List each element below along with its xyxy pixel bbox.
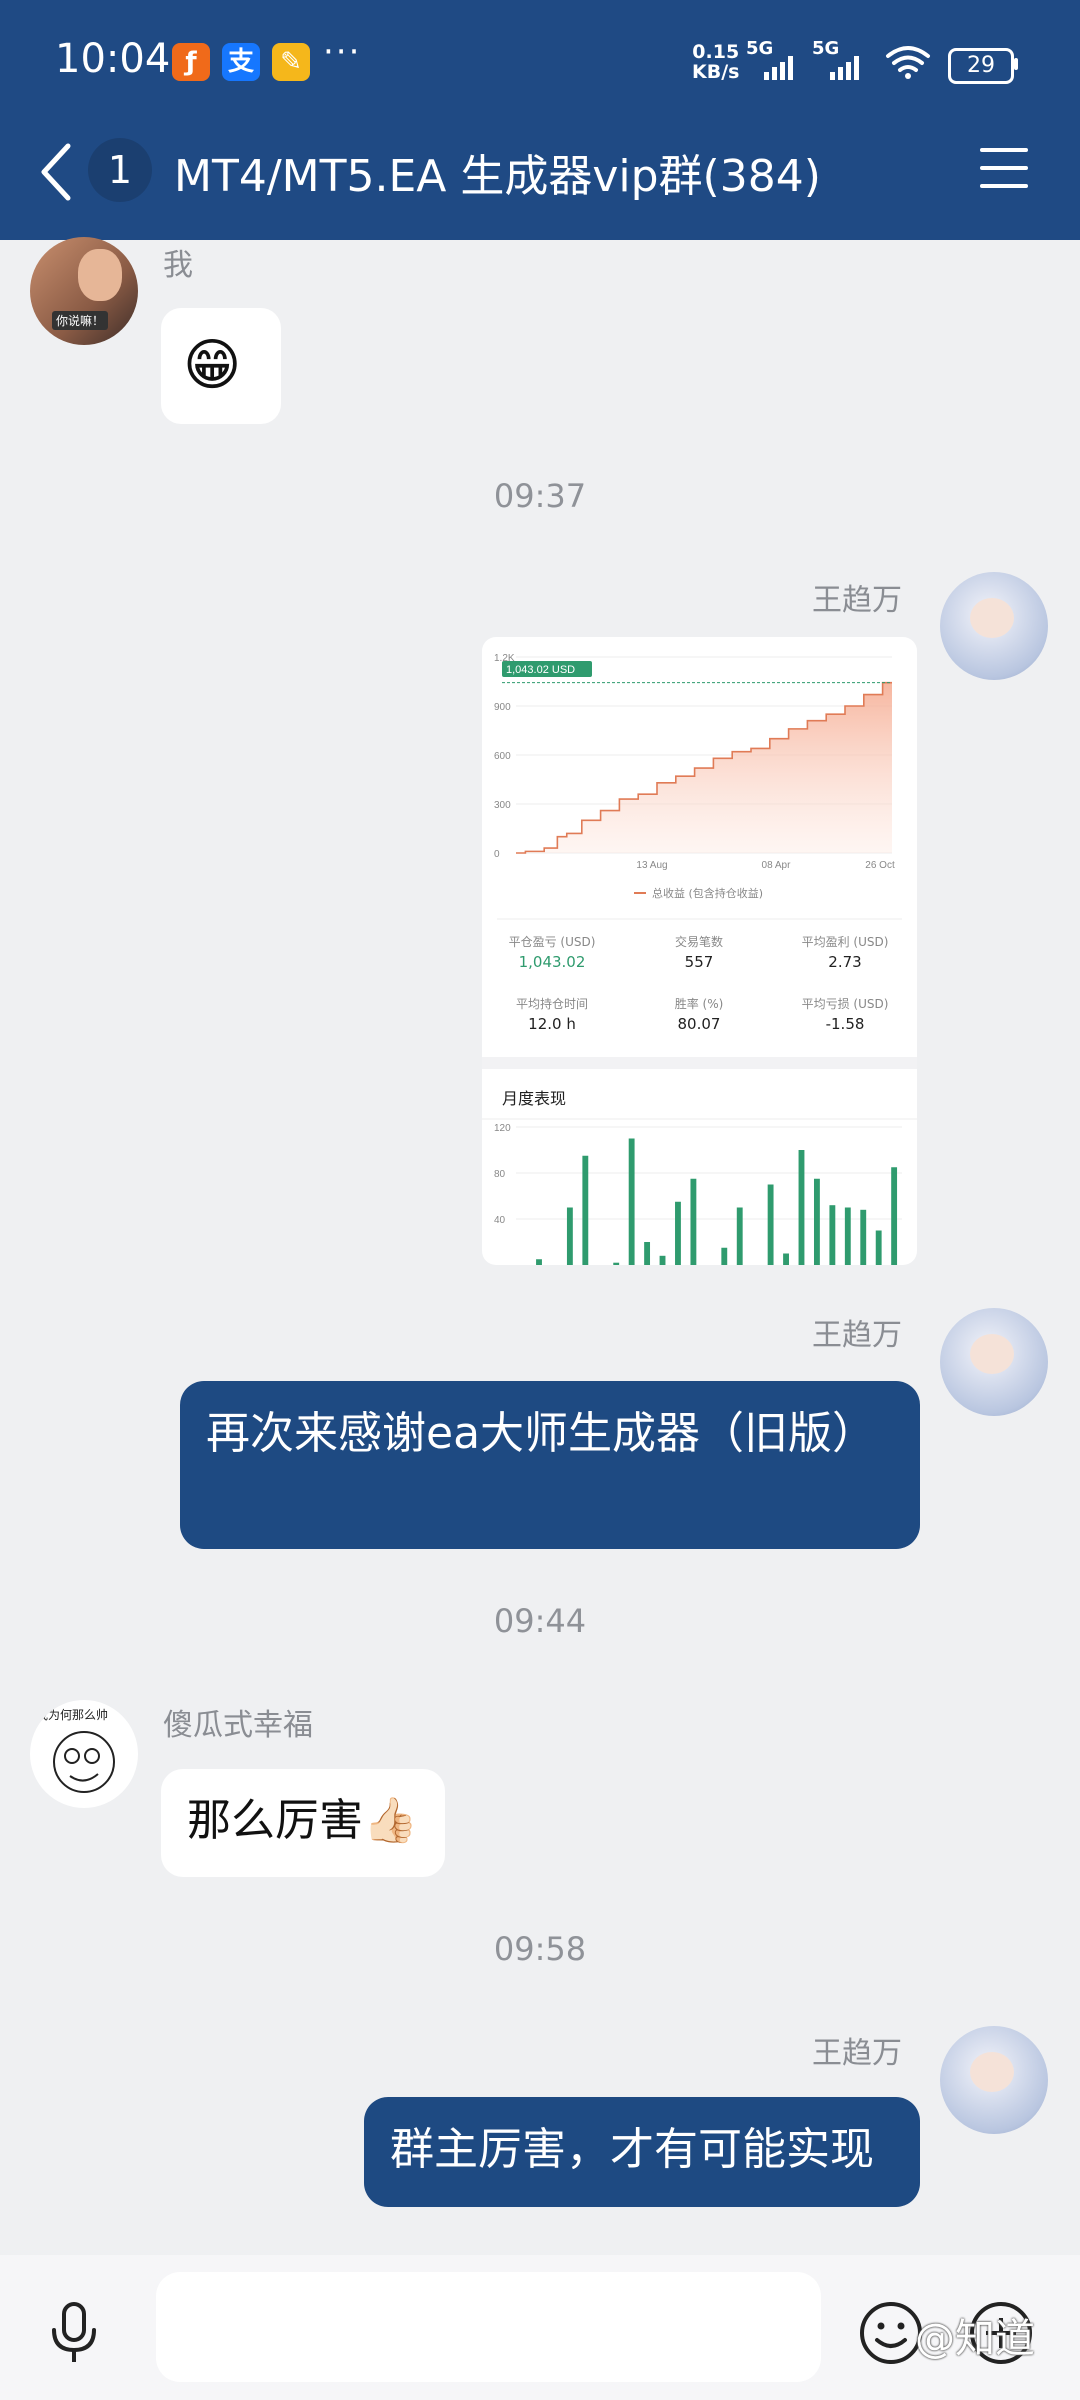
wang-avatar[interactable] [940,2026,1048,2134]
chat-title: MT4/MT5.EA 生成器vip群(384) [174,151,821,202]
timestamp: 09:44 [493,1602,587,1640]
monthly-bars [536,1138,898,1265]
x-tick-label: 13 Aug [636,860,667,871]
timestamp: 09:58 [493,1930,587,1968]
monthly-bar [875,1230,882,1265]
stat-value: 1,043.02 [518,953,586,971]
monthly-bar [736,1207,743,1265]
stat-label: 平均持仓时间 [515,997,588,1011]
monthly-bar [829,1205,836,1265]
unread-count-badge[interactable]: 1 [88,138,152,202]
y-tick-labels: 1.2K9006003000 [494,653,515,860]
alipay-icon: 支 [222,43,260,81]
monthly-bar [844,1207,851,1265]
monthly-bar-chart: 120 80 40 [482,1118,917,1265]
y-tick-label: 300 [494,800,511,811]
stat-label: 平均盈利 (USD) [801,935,889,949]
avatar-caption: 我为何那么帅 [36,1708,109,1722]
monthly-bar [813,1178,820,1265]
x-tick-label: 26 Oct [865,860,895,871]
y-tick-label: 120 [494,1123,511,1134]
message-input[interactable] [156,2272,821,2382]
stat-label: 平均亏损 (USD) [801,997,889,1011]
y-tick-label: 600 [494,751,511,762]
fool-avatar[interactable]: 我为何那么帅 [30,1700,138,1808]
wang-avatar[interactable] [940,572,1048,680]
avatar-face [970,1334,1014,1374]
stat-value: 2.73 [828,953,862,971]
monthly-bar [690,1178,697,1265]
y-tick-label: 900 [494,702,511,713]
monthly-bar [582,1155,589,1265]
status-bar: 10:04 ƒ 支 ✎ ··· 0.15 KB/s 5G 5G 29 [0,0,1080,125]
monthly-bar [891,1167,898,1265]
battery-tip [1014,58,1018,70]
timestamp: 09:37 [493,477,587,515]
monthly-bar [566,1207,573,1265]
monthly-bar [798,1150,805,1265]
monthly-bar [659,1255,666,1265]
monthly-gridlines [516,1126,902,1220]
monthly-bar [613,1262,620,1265]
status-time: 10:04 [55,36,171,82]
sender-name: 王趋万 [812,583,902,618]
stat-value: -1.58 [825,1015,865,1033]
monthly-bar [628,1138,635,1265]
notes-icon: ✎ [272,43,310,81]
grin-emoji-icon: 😁 [183,333,242,398]
rage-face-icon [53,1731,115,1793]
sender-name: 我 [163,248,193,283]
wang-avatar[interactable] [940,1308,1048,1416]
card-separator [482,1057,917,1069]
more-notifications-icon: ··· [323,32,362,72]
sender-name: 王趋万 [812,2036,902,2071]
monthly-bar [721,1247,728,1265]
message-bubble[interactable]: 那么厉害👍🏻 [161,1769,445,1877]
message-bubble[interactable]: 😁 [161,308,281,424]
monthly-bar [860,1209,867,1265]
menu-icon[interactable] [980,148,1028,188]
battery-icon: 29 [948,48,1014,84]
stat-value: 80.07 [677,1015,721,1033]
stat-label: 平仓盈亏 (USD) [508,935,596,949]
avatar-caption: 你说嘛！ [52,311,109,330]
fliggy-icon: ƒ [172,43,210,81]
stat-value: 557 [684,953,714,971]
sender-name: 王趋万 [812,1318,902,1353]
monthly-bar [767,1184,774,1265]
image-message-card[interactable]: 1.2K 900 600 300 0 1,043.02 USD 13 Aug 08 Ap… [482,637,917,1265]
avatar-face [970,598,1014,638]
wifi-icon [886,46,930,79]
sender-name: 傻瓜式幸福 [163,1708,313,1743]
monthly-title: 月度表现 [502,1089,567,1108]
message-bubble[interactable]: 群主厉害，才有可能实现 [364,2097,920,2207]
profit-line-chart: 1.2K9006003000 1,043.02 USD 13 Aug 08 Ap… [494,653,902,920]
my-avatar[interactable]: 你说嘛！ [30,237,138,345]
avatar-face [970,2052,1014,2092]
y-tick-label: 40 [494,1215,506,1226]
x-tick-label: 08 Apr [762,860,792,871]
message-bubble[interactable]: 再次来感谢ea大师生成器（旧版） [180,1381,920,1549]
monthly-bar [536,1259,542,1265]
watermark: @知道 [915,2316,1035,2362]
avatar-face [78,249,122,301]
monthly-bar [675,1201,681,1265]
monthly-tick-labels: 120 80 40 [494,1123,511,1226]
monthly-bar [644,1242,651,1265]
legend-label: 总收益 (包含持仓收益) [652,886,763,900]
y-tick-label: 0 [494,849,500,860]
microphone-icon[interactable] [48,2300,100,2366]
stat-value: 12.0 h [528,1015,576,1033]
net-speed: 0.15 KB/s [692,41,740,83]
stat-label: 胜率 (%) [674,997,724,1011]
stat-label: 交易笔数 [674,935,723,949]
back-arrow-icon[interactable] [38,140,78,204]
y-tick-label: 80 [494,1169,506,1180]
current-value-label: 1,043.02 USD [506,664,575,676]
monthly-bar [783,1253,789,1265]
